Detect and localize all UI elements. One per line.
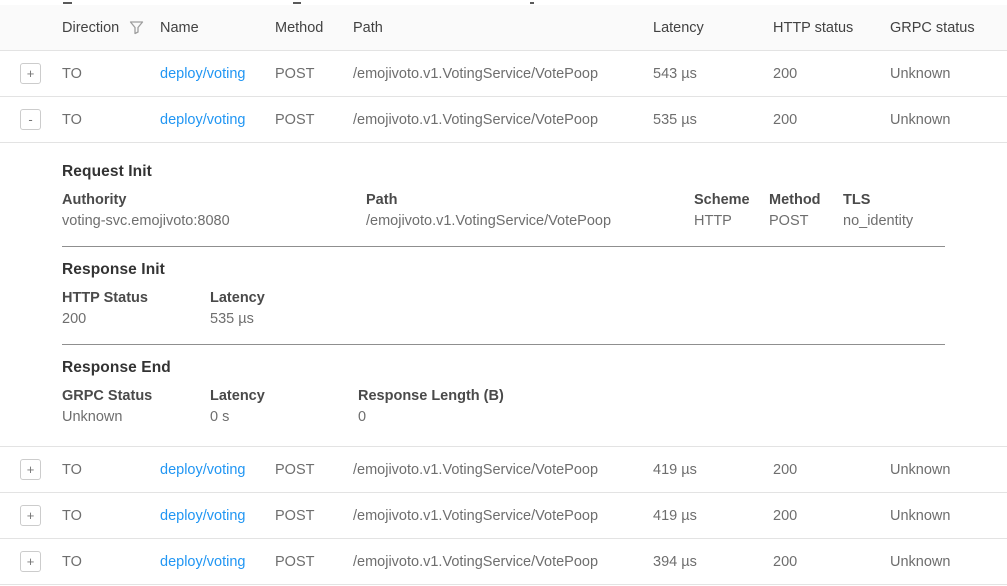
column-header-method: Method: [275, 20, 353, 36]
table-row: + TO deploy/voting POST /emojivoto.v1.Vo…: [0, 493, 1007, 539]
resource-link[interactable]: deploy/voting: [160, 66, 245, 82]
grpc-status-cell: Unknown: [890, 462, 1007, 478]
response-init-title: Response Init: [62, 261, 945, 279]
expand-toggle-button[interactable]: +: [20, 551, 41, 572]
method-cell: POST: [275, 112, 353, 128]
grpc-status-cell: Unknown: [890, 66, 1007, 82]
scheme-value: HTTP: [694, 211, 769, 232]
path-label: Path: [366, 190, 694, 211]
grpc-status-label: GRPC Status: [62, 386, 210, 407]
path-value: /emojivoto.v1.VotingService/VotePoop: [366, 211, 694, 232]
expand-toggle-button[interactable]: +: [20, 505, 41, 526]
scheme-label: Scheme: [694, 190, 769, 211]
direction-cell: TO: [62, 112, 160, 128]
http-status-cell: 200: [773, 462, 890, 478]
http-status-label: HTTP Status: [62, 288, 210, 309]
method-cell: POST: [275, 508, 353, 524]
tls-value: no_identity: [843, 211, 945, 232]
direction-cell: TO: [62, 554, 160, 570]
column-header-name: Name: [160, 20, 275, 36]
cutoff-text-fragment: [530, 2, 534, 4]
tap-table-header: Direction Name Method Path Latency HTTP …: [0, 5, 1007, 51]
direction-filter-icon[interactable]: [129, 20, 144, 35]
column-header-direction: Direction: [62, 20, 160, 36]
section-divider: [62, 344, 945, 345]
cutoff-row-remnant: [0, 0, 1007, 5]
method-label: Method: [769, 190, 843, 211]
http-status-value: 200: [62, 309, 210, 330]
method-cell: POST: [275, 66, 353, 82]
response-length-value: 0: [358, 407, 945, 428]
response-end-fields: GRPC Status Latency Response Length (B) …: [62, 386, 945, 428]
direction-cell: TO: [62, 508, 160, 524]
latency-cell: 419 µs: [653, 508, 773, 524]
authority-label: Authority: [62, 190, 366, 211]
tls-label: TLS: [843, 190, 945, 211]
latency-cell: 543 µs: [653, 66, 773, 82]
resource-link[interactable]: deploy/voting: [160, 112, 245, 128]
path-cell: /emojivoto.v1.VotingService/VotePoop: [353, 462, 653, 478]
cutoff-text-fragment: [63, 2, 72, 4]
expand-toggle-button[interactable]: +: [20, 63, 41, 84]
grpc-status-cell: Unknown: [890, 508, 1007, 524]
response-init-fields: HTTP Status Latency 200 535 µs: [62, 288, 945, 330]
cutoff-text-fragment: [293, 2, 301, 4]
path-cell: /emojivoto.v1.VotingService/VotePoop: [353, 112, 653, 128]
path-cell: /emojivoto.v1.VotingService/VotePoop: [353, 66, 653, 82]
table-row: + TO deploy/voting POST /emojivoto.v1.Vo…: [0, 51, 1007, 97]
method-cell: POST: [275, 554, 353, 570]
column-header-latency: Latency: [653, 20, 773, 36]
column-header-http-status: HTTP status: [773, 20, 890, 36]
response-length-label: Response Length (B): [358, 386, 945, 407]
latency-cell: 419 µs: [653, 462, 773, 478]
resource-link[interactable]: deploy/voting: [160, 554, 245, 570]
latency-value: 535 µs: [210, 309, 945, 330]
grpc-status-cell: Unknown: [890, 112, 1007, 128]
direction-cell: TO: [62, 66, 160, 82]
path-cell: /emojivoto.v1.VotingService/VotePoop: [353, 508, 653, 524]
grpc-status-cell: Unknown: [890, 554, 1007, 570]
grpc-status-value: Unknown: [62, 407, 210, 428]
latency-cell: 394 µs: [653, 554, 773, 570]
resource-link[interactable]: deploy/voting: [160, 508, 245, 524]
latency-label: Latency: [210, 386, 358, 407]
section-divider: [62, 246, 945, 247]
latency-label: Latency: [210, 288, 945, 309]
http-status-cell: 200: [773, 508, 890, 524]
request-detail-panel: Request Init Authority Path Scheme Metho…: [0, 143, 1007, 447]
table-row-expanded: - TO deploy/voting POST /emojivoto.v1.Vo…: [0, 97, 1007, 143]
http-status-cell: 200: [773, 554, 890, 570]
collapse-toggle-button[interactable]: -: [20, 109, 41, 130]
column-header-path: Path: [353, 20, 653, 36]
http-status-cell: 200: [773, 66, 890, 82]
method-value: POST: [769, 211, 843, 232]
resource-link[interactable]: deploy/voting: [160, 462, 245, 478]
http-status-cell: 200: [773, 112, 890, 128]
column-header-grpc-status: GRPC status: [890, 20, 1007, 36]
latency-cell: 535 µs: [653, 112, 773, 128]
expand-toggle-button[interactable]: +: [20, 459, 41, 480]
authority-value: voting-svc.emojivoto:8080: [62, 211, 366, 232]
method-cell: POST: [275, 462, 353, 478]
path-cell: /emojivoto.v1.VotingService/VotePoop: [353, 554, 653, 570]
table-row: + TO deploy/voting POST /emojivoto.v1.Vo…: [0, 539, 1007, 585]
request-init-fields: Authority Path Scheme Method TLS voting-…: [62, 190, 945, 232]
request-init-title: Request Init: [62, 163, 945, 181]
direction-cell: TO: [62, 462, 160, 478]
latency-value: 0 s: [210, 407, 358, 428]
table-row: + TO deploy/voting POST /emojivoto.v1.Vo…: [0, 447, 1007, 493]
column-header-direction-label: Direction: [62, 20, 119, 36]
response-end-title: Response End: [62, 359, 945, 377]
